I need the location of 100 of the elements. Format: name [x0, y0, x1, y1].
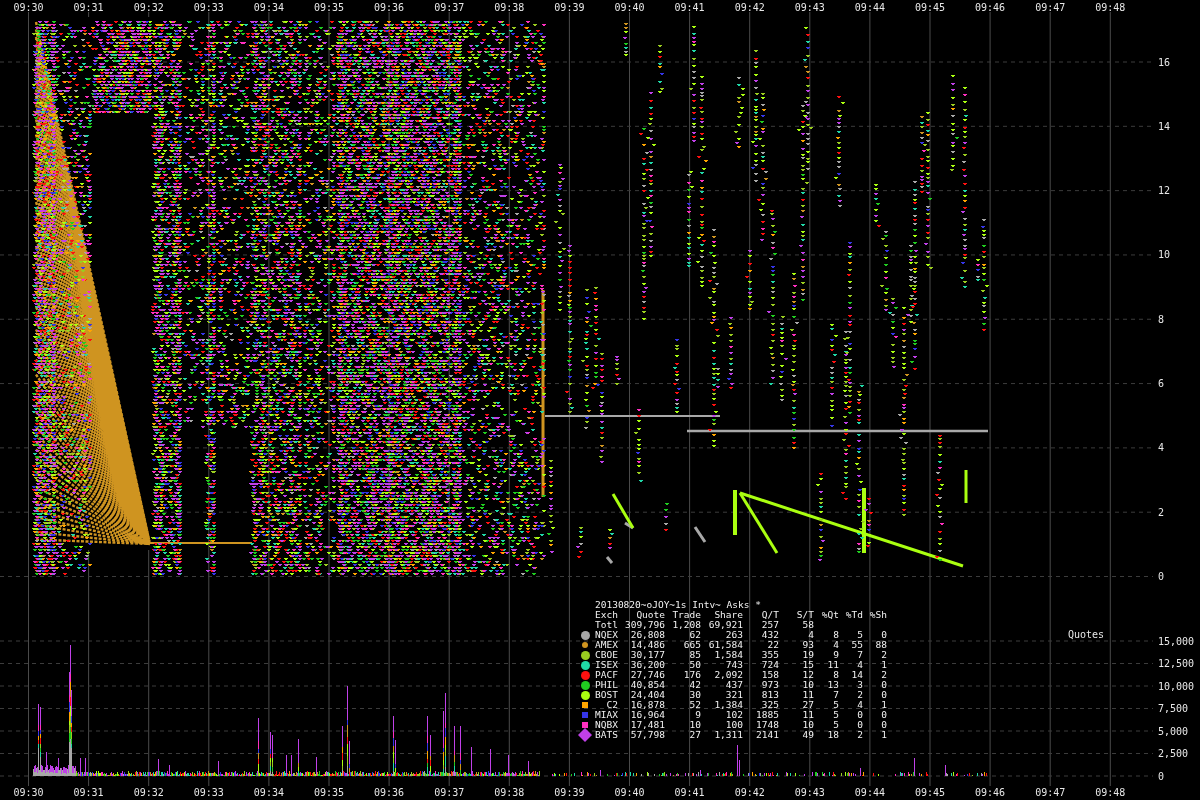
table-cell-text: 0 [880, 680, 887, 690]
table-cell-text: 10 [688, 720, 701, 730]
table-cell-text: 1,208 [671, 620, 701, 630]
table-cell-text: ISEX [594, 660, 618, 670]
time-label: 09:48 [1095, 786, 1126, 798]
time-label: 09:40 [614, 1, 645, 13]
time-label: 09:38 [494, 1, 525, 13]
table-cell-text: 437 [724, 680, 743, 690]
table-cell-text: 5 [832, 700, 839, 710]
time-label: 09:46 [975, 1, 1006, 13]
table-cell-text: 1,584 [713, 650, 743, 660]
quote-count-axis-label: 5,000 [1158, 725, 1189, 737]
time-label: 09:36 [374, 1, 405, 13]
table-cell-text: 27 [688, 730, 701, 740]
table-cell-text: 17,481 [629, 720, 665, 730]
time-label: 09:42 [734, 1, 765, 13]
table-cell-text: 11 [826, 660, 839, 670]
table-cell-text: 24,404 [629, 690, 665, 700]
table-cell-text: 52 [688, 700, 701, 710]
quote-trend-line [693, 526, 707, 543]
table-cell-text: 325 [760, 700, 779, 710]
table-cell-text: 69,921 [707, 620, 743, 630]
time-label: 09:30 [13, 1, 44, 13]
table-cell-text: NQBX [594, 720, 618, 730]
table-cell-text: 13 [826, 680, 839, 690]
table-cell-text: 176 [682, 670, 701, 680]
table-cell-text: 12 [801, 670, 814, 680]
table-cell-text: 2 [880, 670, 887, 680]
price-axis-label: 12 [1158, 185, 1171, 197]
table-cell-text: 40,854 [629, 680, 665, 690]
quote-count-axis-label: 0 [1158, 770, 1165, 782]
table-cell-text: 4 [856, 660, 863, 670]
table-cell-text: CBOE [594, 650, 618, 660]
quote-marker-streak [615, 356, 621, 386]
table-cell-text: 2 [856, 730, 863, 740]
table-cell-text: 11 [801, 690, 814, 700]
time-label: 09:34 [253, 786, 284, 798]
table-cell-text: 11 [801, 710, 814, 720]
time-label: 09:37 [434, 786, 465, 798]
price-axis-label: 16 [1158, 56, 1171, 68]
table-cell-text: 7 [832, 690, 839, 700]
quote-marker-streak [874, 184, 881, 228]
table-cell-text: 1 [880, 660, 887, 670]
table-cell-text: NQEX [594, 630, 618, 640]
table-cell-text: 5 [856, 630, 863, 640]
table-cell-text: 1,384 [713, 700, 743, 710]
table-cell-text: 1,311 [713, 730, 743, 740]
quote-count-axis-label: 7,500 [1158, 703, 1189, 714]
time-label: 09:44 [854, 1, 885, 13]
table-cell-text: 7 [856, 650, 863, 660]
table-cell-text: 0 [856, 710, 863, 720]
table-cell-text: 2 [880, 650, 887, 660]
table-cell-text: 0 [856, 720, 863, 730]
table-cell-text: 432 [760, 630, 779, 640]
time-label: 09:39 [554, 1, 585, 13]
table-cell-text: 9 [832, 650, 839, 660]
table-cell-text: 3 [856, 680, 863, 690]
table-cell-text: 100 [724, 720, 743, 730]
time-label: 09:37 [434, 1, 465, 13]
table-cell-text: 5 [832, 710, 839, 720]
table-cell-text: Totl [594, 620, 618, 630]
price-axis-label: 6 [1158, 378, 1165, 390]
chart-title: Quotes [1068, 628, 1105, 640]
table-cell-text: 85 [688, 650, 701, 660]
table-cell-text: 27 [801, 700, 814, 710]
table-cell-text: MIAX [594, 710, 618, 720]
quote-count-axis-label: 15,000 [1158, 635, 1195, 647]
time-label: 09:41 [674, 786, 705, 798]
price-axis-label: 4 [1158, 442, 1165, 454]
quote-count-axis-label: 2,500 [1158, 748, 1189, 759]
table-cell-text: 22 [766, 640, 779, 650]
time-label: 09:47 [1035, 1, 1066, 13]
time-label: 09:32 [133, 1, 164, 13]
table-cell-text: 62 [688, 630, 701, 640]
price-axis-label: 0 [1158, 571, 1165, 582]
table-cell-text: 0 [880, 710, 887, 720]
time-label: 09:41 [674, 1, 705, 13]
legend-title: 20130820~oJOY~1s Intv~ Asks * [595, 599, 761, 610]
table-cell-text: 9 [694, 710, 701, 720]
time-label: 09:44 [854, 786, 885, 798]
table-cell-text: 0 [880, 690, 887, 700]
quote-count-axis-label: 12,500 [1158, 658, 1195, 669]
table-cell-text: 27,746 [629, 670, 665, 680]
table-cell-text: 36,200 [629, 660, 665, 670]
table-cell-text: 1 [880, 730, 887, 740]
table-cell-text: 42 [688, 680, 701, 690]
table-cell-text: 665 [682, 640, 701, 650]
vertical-quote-line [733, 490, 737, 535]
time-label: 09:34 [253, 1, 284, 13]
vertical-quote-line [964, 470, 968, 503]
time-label: 09:48 [1095, 1, 1126, 13]
time-label: 09:43 [794, 786, 825, 798]
price-axis-label: 8 [1158, 313, 1165, 325]
time-label: 09:45 [914, 1, 946, 13]
table-cell-text: 55 [850, 640, 863, 650]
quote-marker-streak [623, 23, 628, 57]
table-cell-text: 1748 [755, 720, 779, 730]
column-header: %Qt [820, 610, 839, 620]
table-cell-text: PHIL [594, 680, 618, 690]
quote-marker-streak [658, 45, 664, 94]
